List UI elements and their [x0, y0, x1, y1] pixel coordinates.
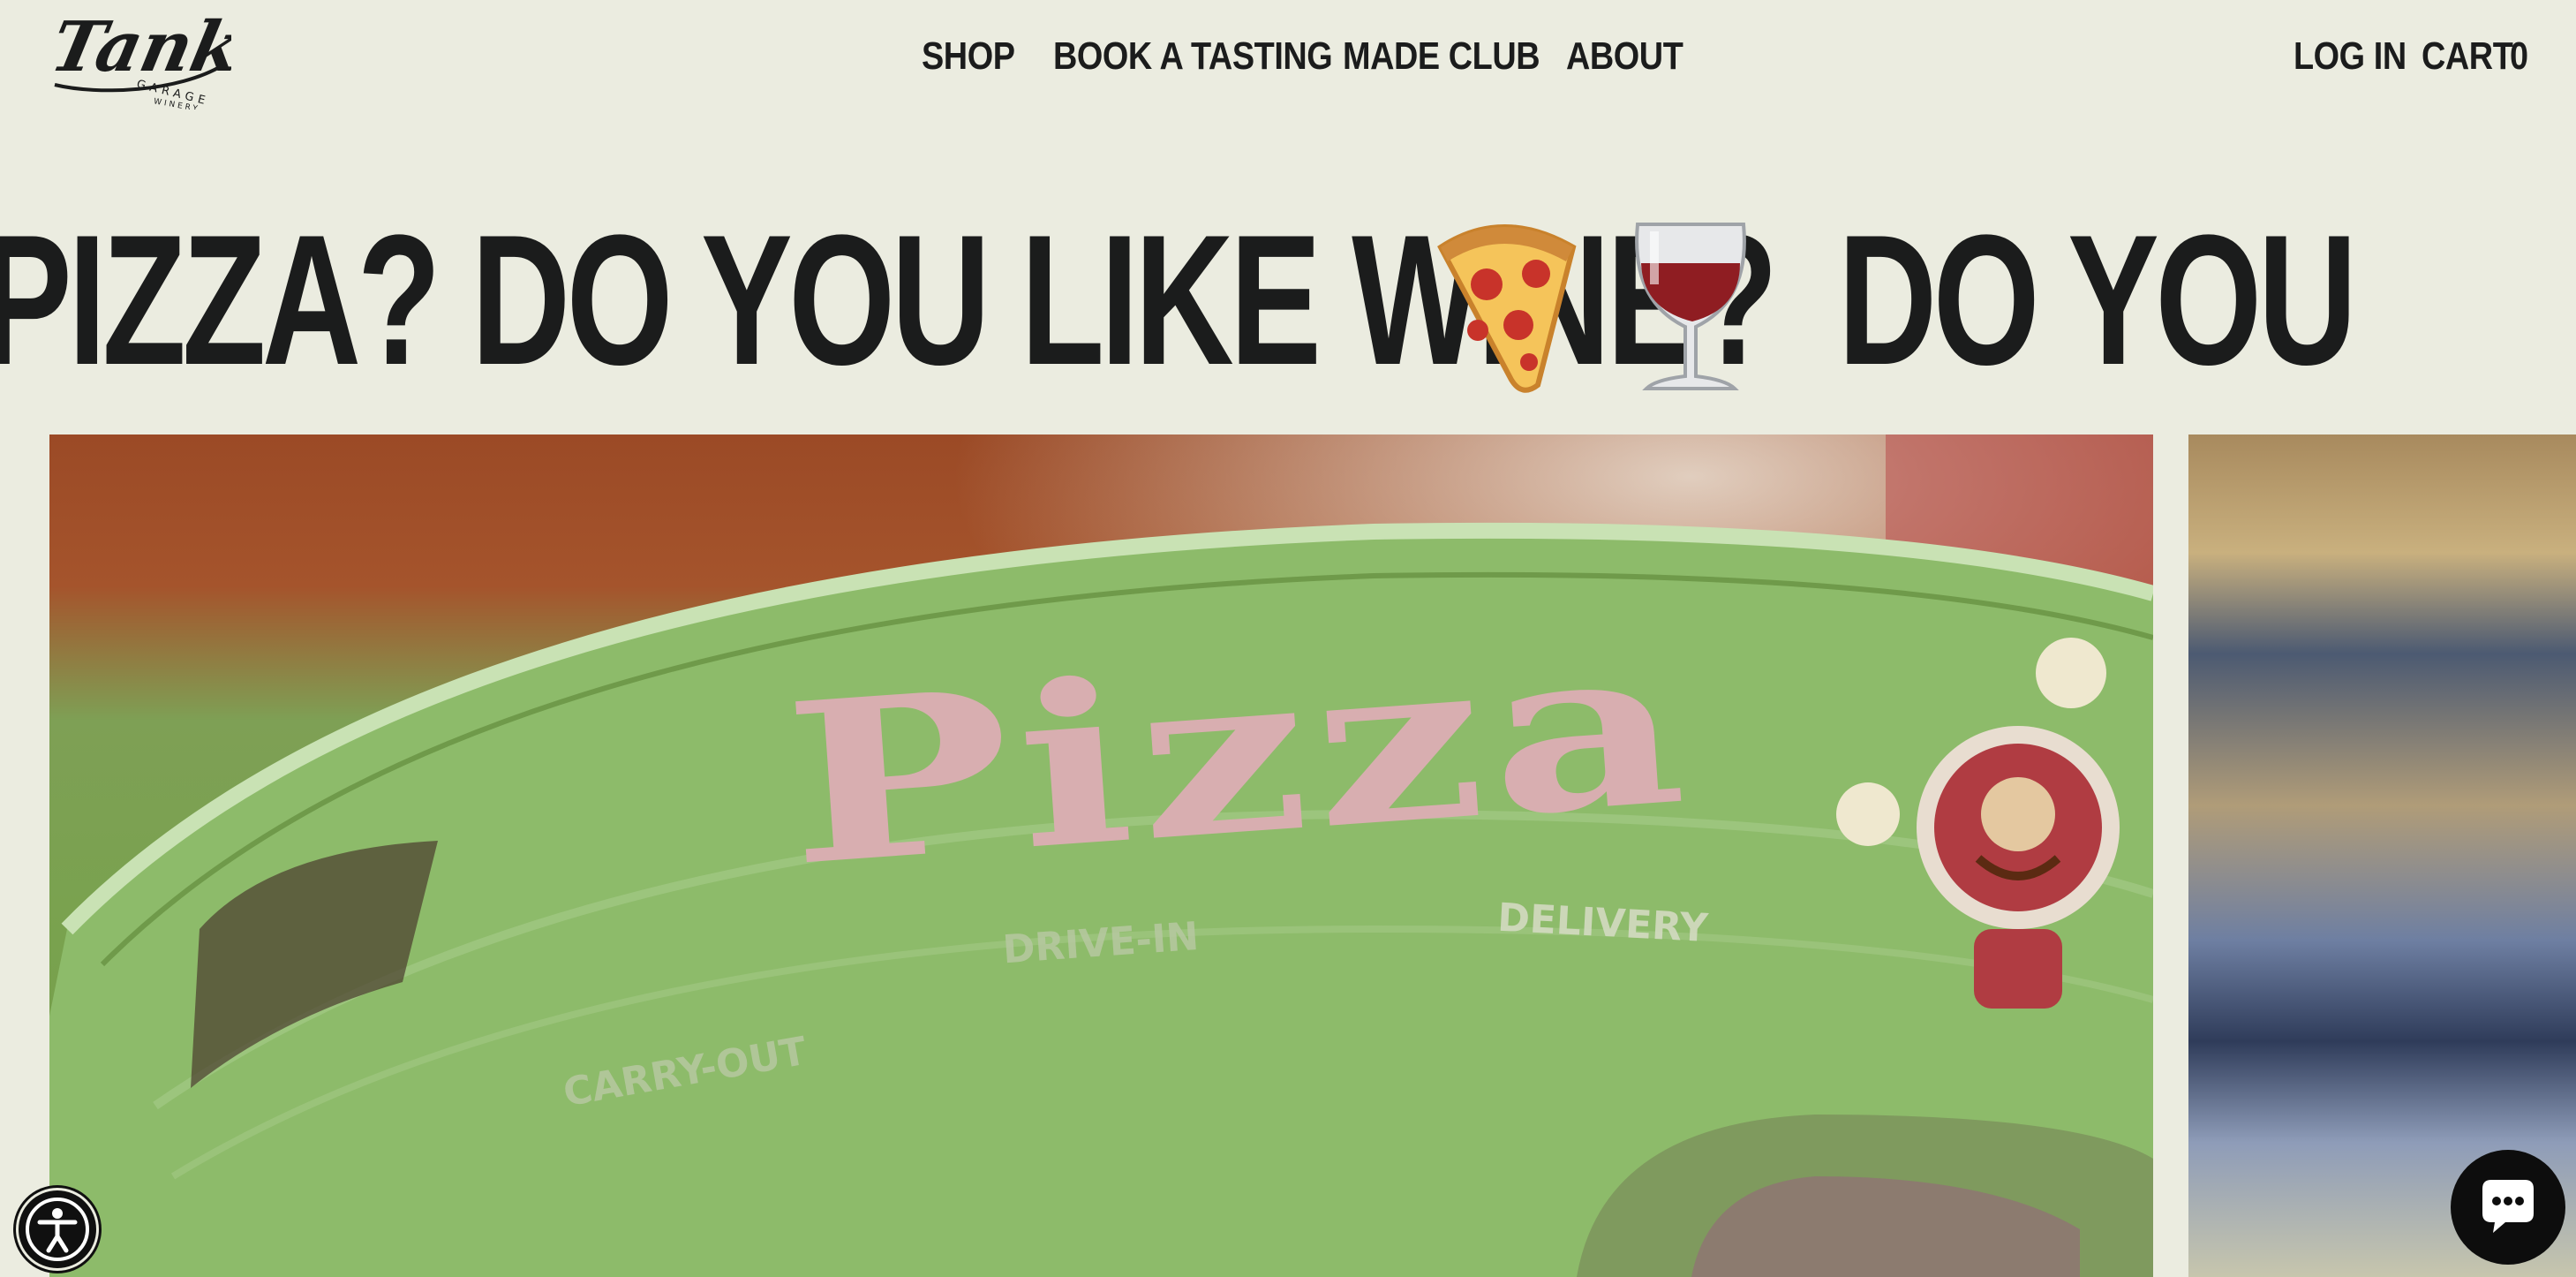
- login-link[interactable]: LOG IN: [2294, 30, 2407, 83]
- nav-item-shop[interactable]: SHOP: [922, 30, 1015, 83]
- pizza-slice-icon: [1423, 212, 1582, 397]
- chat-bubble-icon: [2482, 1180, 2534, 1233]
- page: Tank GARAGE WINERY SHOP BOOK A TASTING M…: [0, 0, 2576, 1277]
- accessibility-button[interactable]: [19, 1190, 96, 1268]
- nav-item-about[interactable]: ABOUT: [1566, 30, 1683, 83]
- marquee-banner: PIZZA? DO YOU LIKE WINE? DO YOU LIKE P: [0, 194, 2576, 406]
- logo-graphic: Tank GARAGE WINERY: [44, 6, 248, 114]
- hero-image-pizza-sign: Pizza CARRY-OUT DRIVE-IN DELIVERY: [49, 434, 2153, 1277]
- marquee-segment: DO YOU LIKE P: [1838, 194, 2576, 406]
- brand-logo[interactable]: Tank GARAGE WINERY: [44, 4, 248, 114]
- cart-link[interactable]: CART: [2422, 30, 2513, 83]
- wine-glass-icon: [1611, 212, 1770, 397]
- cart-count[interactable]: 0: [2510, 30, 2528, 83]
- site-header: Tank GARAGE WINERY SHOP BOOK A TASTING M…: [0, 0, 2576, 124]
- nav-item-book-a-tasting[interactable]: BOOK A TASTING: [1053, 30, 1333, 83]
- chat-button[interactable]: [2451, 1150, 2565, 1265]
- account-links: LOG IN CART 0: [2294, 30, 2558, 83]
- nav-item-made-club[interactable]: MADE CLUB: [1343, 30, 1540, 83]
- accessibility-icon: [26, 1198, 89, 1261]
- marquee-text-2: DO YOU LIKE P: [1838, 196, 2357, 404]
